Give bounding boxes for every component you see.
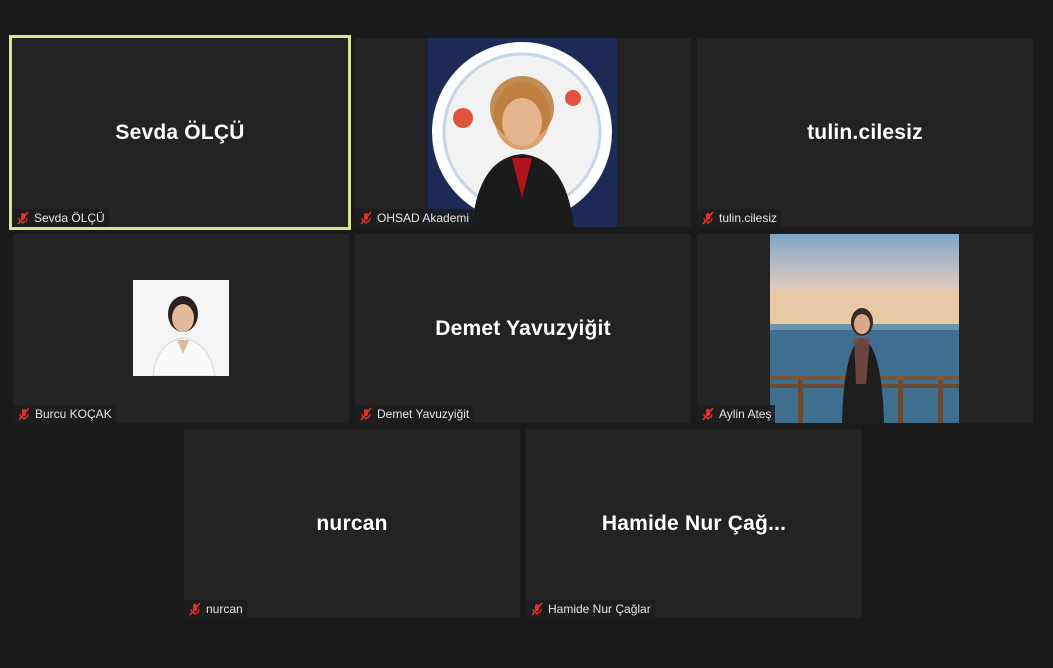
participant-label: Aylin Ateş [697,405,776,423]
participant-label-text: tulin.cilesiz [719,211,778,225]
participant-label: Demet Yavuzyiğit [355,405,474,423]
video-tile-demet[interactable]: Demet Yavuzyiğit Demet Yavuzyiğit [355,234,691,423]
participant-label-text: OHSAD Akademi [377,211,470,225]
participant-label-text: Aylin Ateş [719,407,772,421]
video-tile-nurcan[interactable]: nurcan nurcan [184,429,520,618]
mic-muted-icon [17,211,29,225]
participant-name: Hamide Nur Çağ... [601,511,787,535]
participant-name: tulin.cilesiz [807,120,923,144]
participant-label-text: nurcan [206,602,243,616]
participant-label-text: Hamide Nur Çağlar [548,602,651,616]
mic-muted-icon [702,407,714,421]
participant-label: Hamide Nur Çağlar [526,600,655,618]
participant-name: Demet Yavuzyiğit [435,316,611,340]
participant-name: nurcan [316,511,388,535]
participant-photo [770,234,959,423]
mic-muted-icon [360,407,372,421]
mic-muted-icon [189,602,201,616]
participant-label: nurcan [184,600,247,618]
mic-muted-icon [360,211,372,225]
participant-label-text: Sevda ÖLÇÜ [34,211,105,225]
participant-name: Sevda ÖLÇÜ [115,120,245,144]
participant-label: Sevda ÖLÇÜ [12,209,109,227]
participant-label: OHSAD Akademi [355,209,474,227]
mic-muted-icon [702,211,714,225]
video-tile-burcu[interactable]: Burcu KOÇAK [13,234,349,423]
participant-photo [428,38,617,227]
participant-label-text: Demet Yavuzyiğit [377,407,470,421]
video-tile-hamide[interactable]: Hamide Nur Çağ... Hamide Nur Çağlar [526,429,862,618]
participant-label: tulin.cilesiz [697,209,782,227]
mic-muted-icon [531,602,543,616]
participant-photo [133,280,229,376]
participant-label-text: Burcu KOÇAK [35,407,112,421]
mic-muted-icon [18,407,30,421]
participant-label: Burcu KOÇAK [13,405,116,423]
video-tile-ohsad[interactable]: OHSAD Akademi [355,38,691,227]
video-tile-tulin[interactable]: tulin.cilesiz tulin.cilesiz [697,38,1033,227]
video-tile-sevda[interactable]: Sevda ÖLÇÜ Sevda ÖLÇÜ [9,35,351,230]
video-tile-aylin[interactable]: Aylin Ateş [697,234,1033,423]
